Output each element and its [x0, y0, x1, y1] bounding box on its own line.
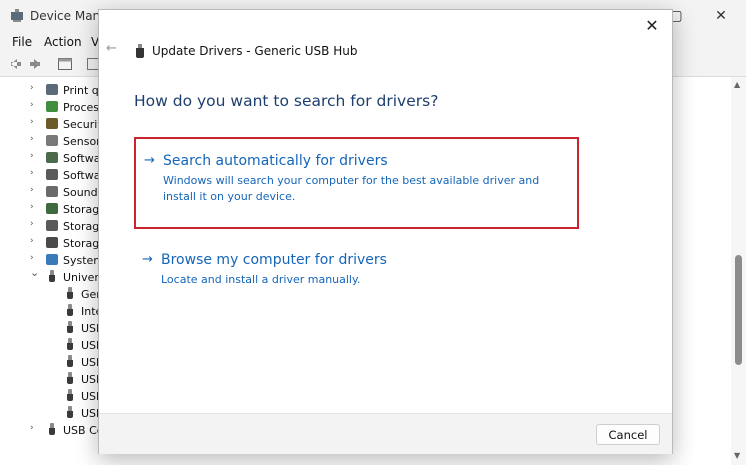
tree-item[interactable]: › Storage [0, 218, 108, 235]
chevron-right-icon[interactable]: › [30, 423, 34, 433]
device-category-icon [46, 101, 58, 112]
tree-item[interactable]: › USB Co [0, 422, 108, 439]
browse-computer-option[interactable]: → Browse my computer for drivers Locate … [134, 250, 579, 290]
scroll-down-icon[interactable]: ▼ [734, 451, 740, 460]
device-category-icon [46, 84, 58, 95]
usb-device-icon [67, 304, 73, 317]
close-icon[interactable]: ✕ [641, 15, 663, 37]
device-category-icon [46, 152, 58, 163]
dialog-footer: Cancel [99, 413, 672, 454]
menu-action[interactable]: Action [44, 35, 82, 49]
chevron-down-icon[interactable]: ⌄ [30, 266, 39, 279]
device-category-icon [46, 254, 58, 265]
device-category-icon [46, 203, 58, 214]
tree-item-label: Softwa [63, 169, 101, 182]
forward-icon[interactable] [28, 56, 44, 72]
tree-item[interactable]: USB [0, 320, 108, 337]
chevron-right-icon[interactable]: › [30, 168, 34, 178]
chevron-right-icon[interactable]: › [30, 185, 34, 195]
usb-device-icon [67, 355, 73, 368]
usb-device-icon [67, 372, 73, 385]
chevron-right-icon[interactable]: › [30, 117, 34, 127]
tree-scrollbar[interactable]: ▲ ▼ [731, 77, 746, 465]
search-automatically-option[interactable]: → Search automatically for drivers Windo… [134, 137, 579, 229]
tree-item[interactable]: USB [0, 388, 108, 405]
window-close-icon[interactable]: ✕ [711, 6, 731, 26]
device-category-icon [46, 169, 58, 180]
back-arrow-icon[interactable]: ← [106, 41, 117, 56]
scroll-up-icon[interactable]: ▲ [734, 80, 740, 89]
device-category-icon [46, 135, 58, 146]
update-drivers-dialog: ✕ ← Update Drivers - Generic USB Hub How… [98, 9, 673, 454]
chevron-right-icon[interactable]: › [30, 151, 34, 161]
tree-item[interactable]: USB [0, 354, 108, 371]
arrow-right-icon: → [144, 153, 155, 168]
usb-device-icon [49, 423, 55, 436]
usb-device-icon [67, 389, 73, 402]
tree-item[interactable]: Inte [0, 303, 108, 320]
usb-device-icon [136, 44, 144, 58]
tree-item[interactable]: USB [0, 371, 108, 388]
menu-file[interactable]: File [12, 35, 32, 49]
option-description: Locate and install a driver manually. [161, 273, 361, 286]
tree-item[interactable]: Ger [0, 286, 108, 303]
dialog-question: How do you want to search for drivers? [134, 92, 439, 110]
chevron-right-icon[interactable]: › [30, 236, 34, 246]
option-title: Search automatically for drivers [163, 153, 388, 169]
cancel-button[interactable]: Cancel [596, 424, 660, 445]
tree-item[interactable]: USB [0, 405, 108, 422]
tree-item[interactable]: › Storage [0, 201, 108, 218]
device-manager-app-icon [11, 9, 23, 22]
dialog-header: Update Drivers - Generic USB Hub [152, 44, 358, 58]
chevron-right-icon[interactable]: › [30, 219, 34, 229]
device-category-icon [46, 186, 58, 197]
properties-icon[interactable] [57, 56, 73, 72]
tree-item[interactable]: › System [0, 252, 108, 269]
chevron-right-icon[interactable]: › [30, 100, 34, 110]
device-category-icon [46, 118, 58, 129]
chevron-right-icon[interactable]: › [30, 134, 34, 144]
usb-device-icon [67, 321, 73, 334]
usb-device-icon [49, 270, 55, 283]
usb-device-icon [67, 338, 73, 351]
device-category-icon [46, 220, 58, 231]
tree-item[interactable]: › Storage [0, 235, 108, 252]
tree-item[interactable]: ⌄ Univers [0, 266, 108, 286]
chevron-right-icon[interactable]: › [30, 83, 34, 93]
device-category-icon [46, 237, 58, 248]
usb-device-icon [67, 406, 73, 419]
tree-item[interactable]: › Process [0, 99, 108, 116]
scrollbar-thumb[interactable] [735, 255, 742, 365]
usb-device-icon [67, 287, 73, 300]
back-icon[interactable] [7, 56, 23, 72]
tree-item[interactable]: › Security [0, 116, 108, 133]
arrow-right-icon: → [142, 252, 153, 267]
tree-item[interactable]: › Print qu [0, 82, 108, 99]
tree-item[interactable]: › Softwa [0, 167, 108, 184]
tree-item[interactable]: › Sound, [0, 184, 108, 201]
tree-item[interactable]: › Sensors [0, 133, 108, 150]
tree-item[interactable]: USB [0, 337, 108, 354]
device-tree: › Print qu › Process › Security › Sensors › Softw… [0, 77, 108, 465]
chevron-right-icon[interactable]: › [30, 253, 34, 263]
tree-item-label: Sound, [63, 186, 102, 199]
option-title: Browse my computer for drivers [161, 252, 387, 268]
option-description: Windows will search your computer for th… [163, 174, 540, 203]
chevron-right-icon[interactable]: › [30, 202, 34, 212]
tree-item[interactable]: › Softwar [0, 150, 108, 167]
